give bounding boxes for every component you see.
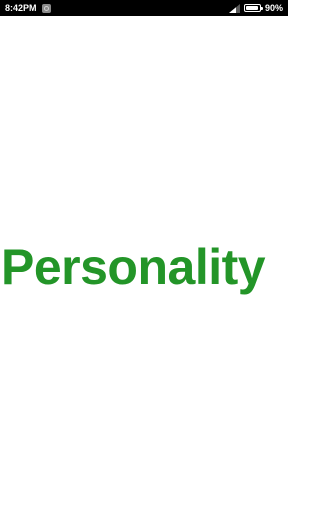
signal-strength-icon xyxy=(228,3,240,13)
battery-tip xyxy=(260,7,263,10)
status-bar: 8:42PM 90% xyxy=(0,0,288,16)
battery-level-fill xyxy=(245,6,258,10)
app-screen: 8:42PM 90% Personality xyxy=(0,0,288,512)
notification-icon xyxy=(41,3,51,13)
status-bar-left: 8:42PM xyxy=(5,3,51,13)
status-time: 8:42PM xyxy=(5,3,37,13)
battery-percentage: 90% xyxy=(264,3,283,13)
battery-icon xyxy=(243,4,263,12)
page-title: Personality xyxy=(1,239,266,295)
status-bar-right: 90% xyxy=(228,3,283,13)
